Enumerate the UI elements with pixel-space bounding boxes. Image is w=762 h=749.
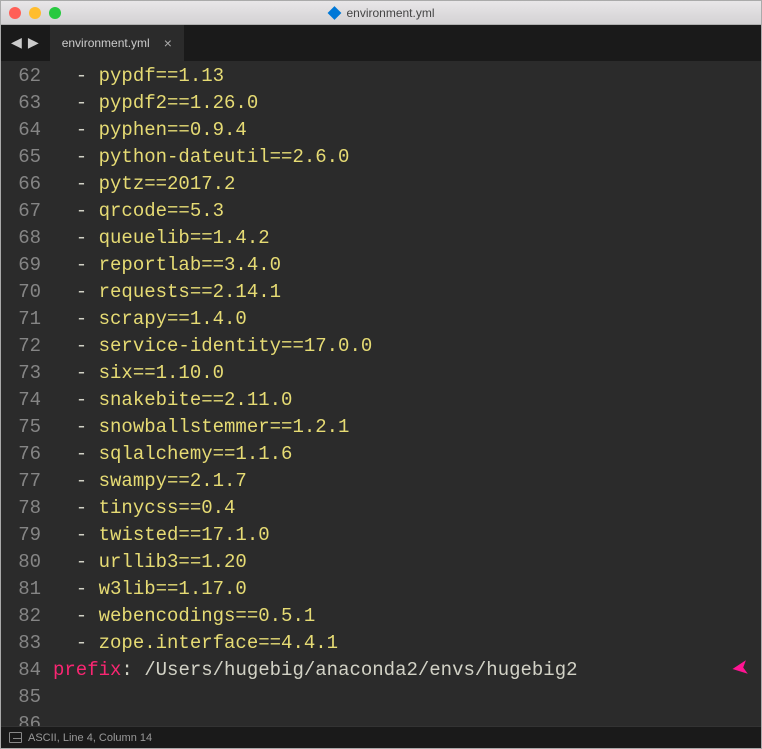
line-number: 69 — [1, 252, 53, 279]
code-content[interactable]: - pytz==2017.2 — [53, 171, 761, 198]
code-line[interactable]: 80 - urllib3==1.20 — [1, 549, 761, 576]
close-window-button[interactable] — [9, 7, 21, 19]
code-content[interactable]: - sqlalchemy==1.1.6 — [53, 441, 761, 468]
code-line[interactable]: 62 - pypdf==1.13 — [1, 63, 761, 90]
status-text: ASCII, Line 4, Column 14 — [28, 732, 152, 744]
line-number: 81 — [1, 576, 53, 603]
code-content[interactable]: - snakebite==2.11.0 — [53, 387, 761, 414]
code-content[interactable]: - webencodings==0.5.1 — [53, 603, 761, 630]
code-content[interactable]: - requests==2.14.1 — [53, 279, 761, 306]
line-number: 78 — [1, 495, 53, 522]
code-content[interactable]: - tinycss==0.4 — [53, 495, 761, 522]
close-tab-icon[interactable]: × — [164, 35, 172, 51]
nav-arrows: ◀ ▶ — [1, 25, 49, 61]
code-content[interactable]: - pyphen==0.9.4 — [53, 117, 761, 144]
editor-area[interactable]: 62 - pypdf==1.1363 - pypdf2==1.26.064 - … — [1, 61, 761, 726]
code-line[interactable]: 75 - snowballstemmer==1.2.1 — [1, 414, 761, 441]
tab-environment-yml[interactable]: environment.yml × — [49, 25, 185, 61]
code-line[interactable]: 72 - service-identity==17.0.0 — [1, 333, 761, 360]
line-number: 62 — [1, 63, 53, 90]
code-line[interactable]: 73 - six==1.10.0 — [1, 360, 761, 387]
window-titlebar: environment.yml — [1, 1, 761, 25]
line-number: 82 — [1, 603, 53, 630]
code-content[interactable]: - zope.interface==4.4.1 — [53, 630, 761, 657]
line-number: 85 — [1, 684, 53, 711]
line-number: 64 — [1, 117, 53, 144]
code-line[interactable]: 78 - tinycss==0.4 — [1, 495, 761, 522]
code-content[interactable]: - pypdf2==1.26.0 — [53, 90, 761, 117]
code-line[interactable]: 79 - twisted==17.1.0 — [1, 522, 761, 549]
code-line[interactable]: 65 - python-dateutil==2.6.0 — [1, 144, 761, 171]
code-content[interactable]: - service-identity==17.0.0 — [53, 333, 761, 360]
code-line[interactable]: 74 - snakebite==2.11.0 — [1, 387, 761, 414]
code-content[interactable]: - swampy==2.1.7 — [53, 468, 761, 495]
title-filename: environment.yml — [346, 6, 434, 20]
code-line[interactable]: 70 - requests==2.14.1 — [1, 279, 761, 306]
line-number: 84 — [1, 657, 53, 684]
line-number: 74 — [1, 387, 53, 414]
code-content[interactable]: - twisted==17.1.0 — [53, 522, 761, 549]
line-number: 70 — [1, 279, 53, 306]
code-line[interactable]: 77 - swampy==2.1.7 — [1, 468, 761, 495]
traffic-lights — [9, 7, 61, 19]
code-content[interactable]: - urllib3==1.20 — [53, 549, 761, 576]
titlebar-title: environment.yml — [327, 6, 434, 20]
line-number: 83 — [1, 630, 53, 657]
line-number: 66 — [1, 171, 53, 198]
line-number: 73 — [1, 360, 53, 387]
maximize-window-button[interactable] — [49, 7, 61, 19]
vscode-icon — [328, 6, 342, 20]
code-line[interactable]: 68 - queuelib==1.4.2 — [1, 225, 761, 252]
line-number: 79 — [1, 522, 53, 549]
minimize-window-button[interactable] — [29, 7, 41, 19]
line-number: 75 — [1, 414, 53, 441]
nav-back-icon[interactable]: ◀ — [9, 32, 24, 54]
code-content[interactable]: prefix: /Users/hugebig/anaconda2/envs/hu… — [53, 657, 761, 684]
code-line[interactable]: 83 - zope.interface==4.4.1 — [1, 630, 761, 657]
code-line[interactable]: 71 - scrapy==1.4.0 — [1, 306, 761, 333]
line-number: 86 — [1, 711, 53, 726]
tab-bar: ◀ ▶ environment.yml × — [1, 25, 761, 61]
code-line[interactable]: 85 — [1, 684, 761, 711]
tab-label: environment.yml — [62, 36, 150, 50]
line-number: 67 — [1, 198, 53, 225]
code-line[interactable]: 82 - webencodings==0.5.1 — [1, 603, 761, 630]
line-number: 65 — [1, 144, 53, 171]
code-line[interactable]: 67 - qrcode==5.3 — [1, 198, 761, 225]
line-number: 80 — [1, 549, 53, 576]
code-line[interactable]: 76 - sqlalchemy==1.1.6 — [1, 441, 761, 468]
code-content[interactable]: - reportlab==3.4.0 — [53, 252, 761, 279]
line-number: 72 — [1, 333, 53, 360]
code-line[interactable]: 66 - pytz==2017.2 — [1, 171, 761, 198]
code-line[interactable]: 81 - w3lib==1.17.0 — [1, 576, 761, 603]
code-content[interactable]: - six==1.10.0 — [53, 360, 761, 387]
line-number: 63 — [1, 90, 53, 117]
line-number: 77 — [1, 468, 53, 495]
nav-forward-icon[interactable]: ▶ — [26, 32, 41, 54]
code-content[interactable]: - scrapy==1.4.0 — [53, 306, 761, 333]
code-line[interactable]: 69 - reportlab==3.4.0 — [1, 252, 761, 279]
code-content[interactable]: - w3lib==1.17.0 — [53, 576, 761, 603]
panel-icon[interactable] — [9, 732, 22, 743]
code-content[interactable]: - queuelib==1.4.2 — [53, 225, 761, 252]
code-content[interactable]: - pypdf==1.13 — [53, 63, 761, 90]
code-content[interactable]: - python-dateutil==2.6.0 — [53, 144, 761, 171]
code-line[interactable]: 63 - pypdf2==1.26.0 — [1, 90, 761, 117]
line-number: 68 — [1, 225, 53, 252]
code-content[interactable]: - snowballstemmer==1.2.1 — [53, 414, 761, 441]
code-line[interactable]: 86 — [1, 711, 761, 726]
code-content[interactable]: - qrcode==5.3 — [53, 198, 761, 225]
code-line[interactable]: 64 - pyphen==0.9.4 — [1, 117, 761, 144]
status-bar: ASCII, Line 4, Column 14 — [1, 726, 761, 748]
code-line[interactable]: 84prefix: /Users/hugebig/anaconda2/envs/… — [1, 657, 761, 684]
line-number: 71 — [1, 306, 53, 333]
line-number: 76 — [1, 441, 53, 468]
